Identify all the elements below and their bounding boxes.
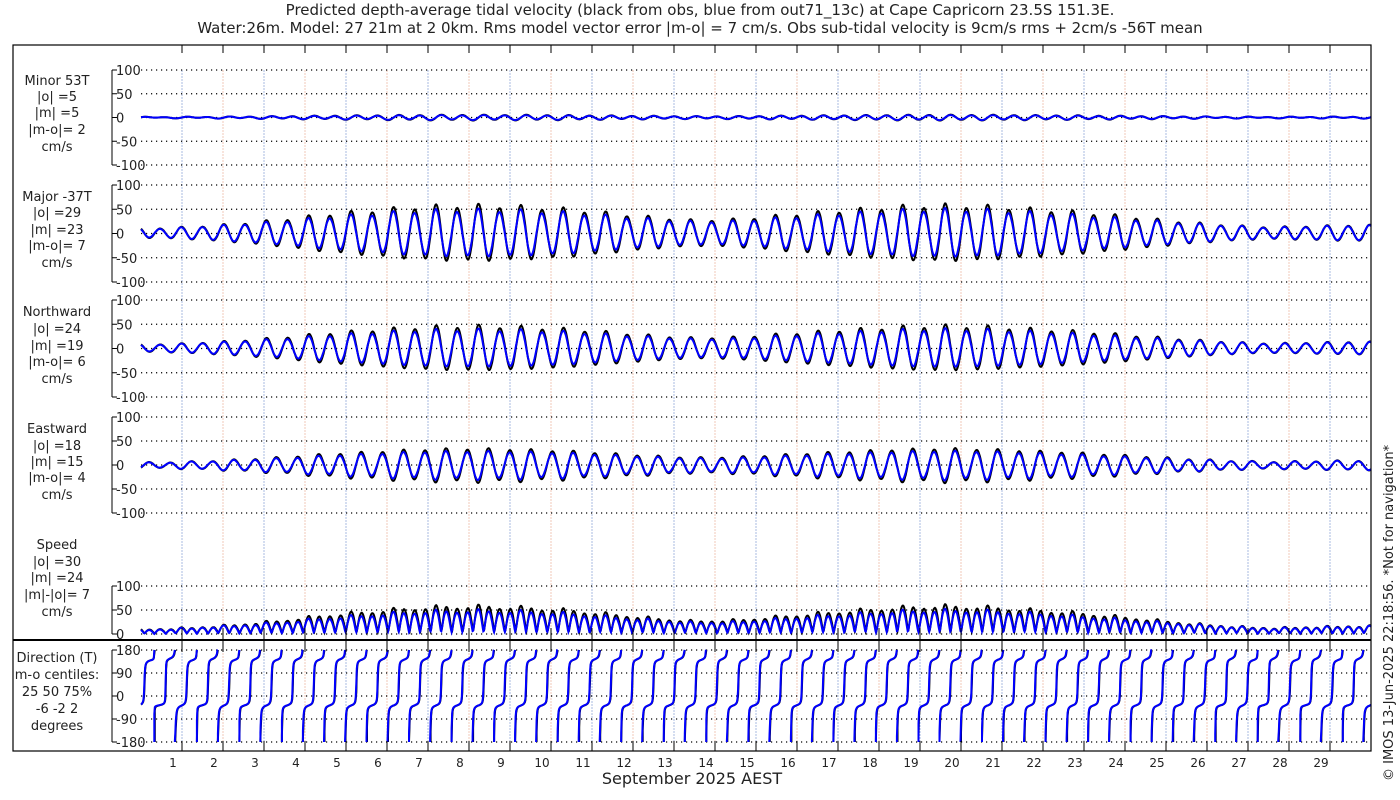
panel-label-major: |m-o|= 7 <box>28 239 86 254</box>
panel-label-east: Eastward <box>27 422 87 437</box>
y-tick-label: -50 <box>116 252 137 267</box>
y-tick-label: 100 <box>116 580 141 595</box>
x-tick-label: 20 <box>944 756 959 770</box>
panel-label-major: |m| =23 <box>31 223 84 238</box>
x-tick-label: 3 <box>251 756 259 770</box>
x-tick-label: 24 <box>1108 756 1123 770</box>
x-tick-label: 29 <box>1313 756 1328 770</box>
y-tick-label: 50 <box>116 604 133 619</box>
x-tick-label: 4 <box>292 756 300 770</box>
x-tick-label: 6 <box>374 756 382 770</box>
axes-layer: 100 50 0 -50 -100 Minor 53T|o| =5|m| =5 |m-o|=… <box>15 64 146 751</box>
panel-label-east: |o| =18 <box>33 439 81 454</box>
y-tick-label: 100 <box>116 64 141 79</box>
y-tick-label: -100 <box>116 276 146 291</box>
x-tick-label: 19 <box>903 756 918 770</box>
y-tick-label: -100 <box>116 391 146 406</box>
x-tick-label: 9 <box>497 756 505 770</box>
y-tick-label: -180 <box>116 736 146 751</box>
y-tick-label: 0 <box>116 459 124 474</box>
y-tick-label: 90 <box>116 667 133 682</box>
x-tick-label: 1 <box>169 756 177 770</box>
y-tick-label: 50 <box>116 88 133 103</box>
y-tick-label: -50 <box>116 367 137 382</box>
x-tick-label: 7 <box>415 756 423 770</box>
x-tick-label: 21 <box>985 756 1000 770</box>
panel-label-direction: -6 -2 2 <box>36 702 78 717</box>
y-tick-label: 100 <box>116 411 141 426</box>
y-tick-label: -100 <box>116 507 146 522</box>
panel-label-minor: Minor 53T <box>25 74 90 89</box>
y-tick-label: 180 <box>116 644 141 659</box>
panel-label-direction: 25 50 75% <box>22 685 92 700</box>
tidal-velocity-figure: Predicted depth-average tidal velocity (… <box>12 1 1397 788</box>
x-tick-label: 28 <box>1272 756 1287 770</box>
y-tick-label: 50 <box>116 435 133 450</box>
panel-label-speed: cm/s <box>42 605 73 620</box>
panel-label-speed: Speed <box>37 538 78 553</box>
x-axis-label: September 2025 AEST <box>602 769 783 788</box>
panel-label-east: |m| =15 <box>31 455 84 470</box>
panel-label-north: |o| =24 <box>33 322 81 337</box>
y-tick-label: 100 <box>116 294 141 309</box>
y-tick-label: 0 <box>116 228 124 243</box>
copyright-notice: © IMOS 13-Jun-2025 22:18:56. *Not for na… <box>1382 444 1397 781</box>
y-tick-label: 0 <box>116 112 124 127</box>
x-tick-label: 25 <box>1149 756 1164 770</box>
x-tick-label: 27 <box>1231 756 1246 770</box>
y-tick-label: -100 <box>116 159 146 174</box>
panel-label-minor: |o| =5 <box>37 90 77 105</box>
x-tick-label: 17 <box>821 756 836 770</box>
x-tick-label: 8 <box>456 756 464 770</box>
panel-label-speed: |m| =24 <box>31 571 84 586</box>
x-tick-label: 18 <box>862 756 877 770</box>
x-tick-label: 11 <box>575 756 590 770</box>
panel-label-north: Northward <box>23 305 91 320</box>
x-tick-label: 23 <box>1067 756 1082 770</box>
y-tick-label: 100 <box>116 179 141 194</box>
y-tick-label: 50 <box>116 318 133 333</box>
panel-label-north: |m-o|= 6 <box>28 355 86 370</box>
x-tick-label: 14 <box>698 756 713 770</box>
panel-label-direction: m-o centiles: <box>15 668 100 683</box>
panel-label-north: cm/s <box>42 372 73 387</box>
x-tick-label: 26 <box>1190 756 1205 770</box>
x-tick-label: 2 <box>210 756 218 770</box>
y-tick-label: 50 <box>116 203 133 218</box>
x-tick-label: 15 <box>739 756 754 770</box>
panel-label-minor: |m-o|= 2 <box>28 123 86 138</box>
panel-label-minor: |m| =5 <box>35 106 80 121</box>
x-tick-label: 22 <box>1026 756 1041 770</box>
y-tick-label: -90 <box>116 713 137 728</box>
x-tick-label: 13 <box>657 756 672 770</box>
panel-label-direction: Direction (T) <box>17 651 98 666</box>
chart-title-line2: Water:26m. Model: 27 21m at 2 0km. Rms m… <box>197 19 1202 37</box>
panel-label-east: cm/s <box>42 488 73 503</box>
panel-label-north: |m| =19 <box>31 339 84 354</box>
panel-label-major: cm/s <box>42 256 73 271</box>
panel-label-major: |o| =29 <box>33 206 81 221</box>
panel-label-minor: cm/s <box>42 140 73 155</box>
y-tick-label: 0 <box>116 690 124 705</box>
x-tick-label: 10 <box>534 756 549 770</box>
y-tick-label: -50 <box>116 483 137 498</box>
y-tick-label: -50 <box>116 135 137 150</box>
x-tick-label: 5 <box>333 756 341 770</box>
panel-label-speed: |o| =30 <box>33 555 81 570</box>
y-tick-label: 0 <box>116 343 124 358</box>
panel-label-speed: |m|-|o|= 7 <box>24 588 90 603</box>
x-tick-label: 16 <box>780 756 795 770</box>
panel-label-direction: degrees <box>31 719 84 734</box>
figure-frame <box>12 44 1372 752</box>
chart-title-line1: Predicted depth-average tidal velocity (… <box>286 1 1115 20</box>
x-tick-label: 12 <box>616 756 631 770</box>
x-axis: 1 2 3 4 5 6 7 8 9 10 11 12 13 14 15 16 17 18 19 20 21 22 23 24 2… <box>169 45 1331 770</box>
panel-label-east: |m-o|= 4 <box>28 471 86 486</box>
panel-label-major: Major -37T <box>22 190 91 205</box>
